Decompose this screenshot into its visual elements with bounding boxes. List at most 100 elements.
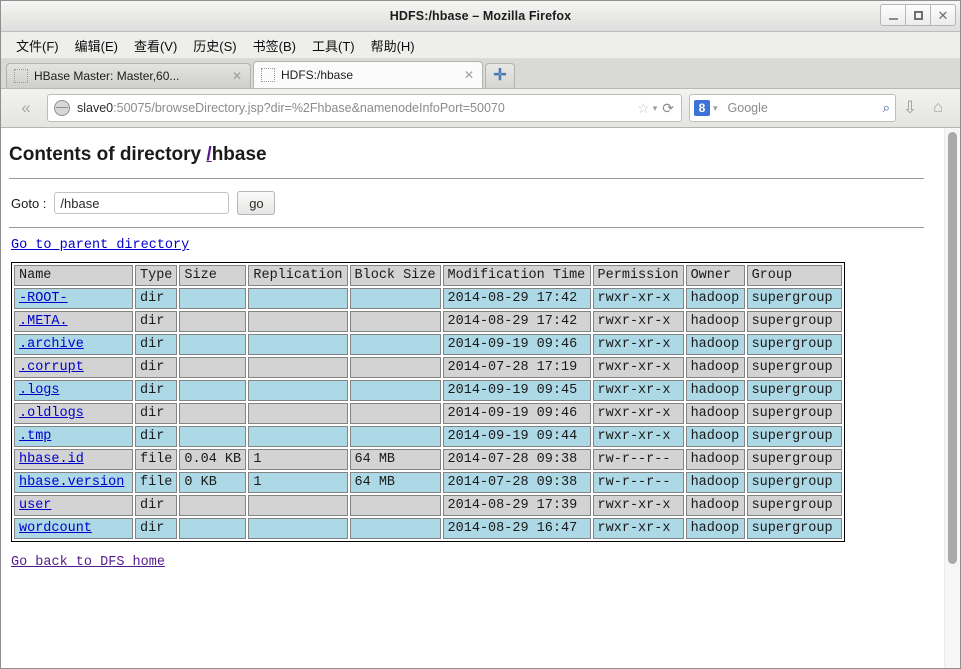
goto-input[interactable] bbox=[54, 192, 230, 214]
menu-bookmarks[interactable]: 书签(B) bbox=[245, 34, 304, 57]
favicon-icon bbox=[14, 69, 28, 83]
downloads-button[interactable]: ⇩ bbox=[896, 98, 924, 118]
cell-type: dir bbox=[135, 380, 178, 401]
search-input[interactable]: Google bbox=[723, 101, 883, 115]
cell-replication bbox=[248, 380, 348, 401]
column-header-mtime: Modification Time bbox=[442, 265, 591, 286]
cell-type: dir bbox=[135, 334, 178, 355]
column-header-replication: Replication bbox=[248, 265, 348, 286]
google-icon[interactable]: 8 bbox=[694, 100, 710, 116]
table-row: -ROOT-dir 2014-08-29 17:42 rwxr-xr-x hadoop… bbox=[14, 288, 842, 309]
cell-mtime: 2014-09-19 09:45 bbox=[442, 380, 591, 401]
table-header-row: Name Type Size Replication Block Size Mo… bbox=[14, 265, 842, 286]
file-link[interactable]: wordcount bbox=[19, 521, 92, 536]
page-title: Contents of directory /hbase bbox=[9, 144, 944, 166]
file-link[interactable]: .tmp bbox=[19, 429, 51, 444]
reload-icon[interactable]: ⟳ bbox=[662, 100, 674, 117]
search-icon[interactable]: ⌕ bbox=[883, 100, 890, 116]
file-link[interactable]: hbase.id bbox=[19, 452, 84, 467]
menu-tools[interactable]: 工具(T) bbox=[304, 34, 363, 57]
goto-label: Goto : bbox=[11, 195, 47, 211]
bookmark-star-icon[interactable]: ☆ bbox=[637, 100, 650, 117]
cell-group: supergroup bbox=[746, 426, 842, 447]
tab-close-icon[interactable]: ✕ bbox=[230, 69, 244, 83]
cell-mtime: 2014-09-19 09:44 bbox=[442, 426, 591, 447]
cell-owner: hadoop bbox=[685, 403, 745, 424]
back-arrow-icon: « bbox=[21, 98, 31, 117]
url-host: slave0 bbox=[77, 101, 114, 115]
menu-bar: 文件(F) 编辑(E) 查看(V) 历史(S) 书签(B) 工具(T) 帮助(H… bbox=[1, 32, 960, 59]
go-button[interactable]: go bbox=[237, 191, 276, 215]
page-title-prefix: Contents of directory bbox=[9, 144, 207, 165]
url-bar[interactable]: slave0:50075/browseDirectory.jsp?dir=%2F… bbox=[47, 94, 682, 122]
maximize-button[interactable] bbox=[905, 4, 931, 26]
cell-owner: hadoop bbox=[685, 472, 745, 493]
cell-name: -ROOT- bbox=[14, 288, 133, 309]
cell-group: supergroup bbox=[746, 472, 842, 493]
search-bar[interactable]: 8 ▾ Google ⌕ bbox=[689, 94, 896, 122]
cell-replication bbox=[248, 334, 348, 355]
search-engine-chevron-icon[interactable]: ▾ bbox=[713, 103, 718, 114]
menu-help[interactable]: 帮助(H) bbox=[363, 34, 423, 57]
tab-hdfs-hbase[interactable]: HDFS:/hbase ✕ bbox=[253, 61, 483, 88]
title-bar: HDFS:/hbase – Mozilla Firefox ✕ bbox=[1, 1, 960, 32]
file-link[interactable]: .META. bbox=[19, 314, 68, 329]
cell-permission: rw-r--r-- bbox=[592, 472, 684, 493]
table-row: user dir 2014-08-29 17:39 rwxr-xr-x hadoop su… bbox=[14, 495, 842, 516]
back-button[interactable]: « bbox=[9, 95, 43, 121]
close-button[interactable]: ✕ bbox=[930, 4, 956, 26]
cell-owner: hadoop bbox=[685, 288, 745, 309]
divider-bottom bbox=[9, 227, 924, 229]
file-link[interactable]: -ROOT- bbox=[19, 291, 68, 306]
vertical-scrollbar[interactable] bbox=[944, 128, 960, 668]
column-header-block-size: Block Size bbox=[349, 265, 441, 286]
cell-type: file bbox=[135, 472, 178, 493]
cell-block-size bbox=[349, 380, 441, 401]
cell-permission: rwxr-xr-x bbox=[592, 357, 684, 378]
cell-mtime: 2014-08-29 16:47 bbox=[442, 518, 591, 539]
page-title-dir: hbase bbox=[211, 144, 267, 165]
dfs-home-link[interactable]: Go back to DFS home bbox=[11, 555, 165, 570]
globe-icon bbox=[54, 100, 70, 116]
file-link[interactable]: .logs bbox=[19, 383, 60, 398]
cell-permission: rwxr-xr-x bbox=[592, 380, 684, 401]
cell-group: supergroup bbox=[746, 357, 842, 378]
cell-block-size bbox=[349, 357, 441, 378]
parent-directory-link[interactable]: Go to parent directory bbox=[11, 238, 189, 253]
column-header-group: Group bbox=[746, 265, 842, 286]
cell-name: .tmp bbox=[14, 426, 133, 447]
minimize-button[interactable] bbox=[880, 4, 906, 26]
cell-name: .archive bbox=[14, 334, 133, 355]
cell-size bbox=[179, 288, 247, 309]
menu-history[interactable]: 历史(S) bbox=[185, 34, 244, 57]
menu-view[interactable]: 查看(V) bbox=[126, 34, 185, 57]
cell-type: dir bbox=[135, 495, 178, 516]
cell-size bbox=[179, 334, 247, 355]
cell-permission: rwxr-xr-x bbox=[592, 495, 684, 516]
cell-permission: rwxr-xr-x bbox=[592, 426, 684, 447]
file-link[interactable]: .oldlogs bbox=[19, 406, 84, 421]
favicon-icon bbox=[261, 68, 275, 82]
scrollbar-thumb[interactable] bbox=[948, 132, 957, 564]
menu-file[interactable]: 文件(F) bbox=[8, 34, 67, 57]
chevron-down-icon[interactable]: ▾ bbox=[653, 103, 658, 114]
cell-size bbox=[179, 495, 247, 516]
cell-replication bbox=[248, 426, 348, 447]
new-tab-button[interactable]: ✛ bbox=[485, 63, 515, 88]
column-header-name: Name bbox=[14, 265, 133, 286]
cell-name: hbase.id bbox=[14, 449, 133, 470]
tab-hbase-master[interactable]: HBase Master: Master,60... ✕ bbox=[6, 63, 251, 88]
file-link[interactable]: user bbox=[19, 498, 51, 513]
file-link[interactable]: hbase.version bbox=[19, 475, 124, 490]
home-button[interactable]: ⌂ bbox=[924, 99, 952, 117]
tab-close-icon[interactable]: ✕ bbox=[462, 68, 476, 82]
file-link[interactable]: .archive bbox=[19, 337, 84, 352]
cell-size bbox=[179, 357, 247, 378]
goto-form: Goto : go bbox=[9, 180, 944, 227]
menu-edit[interactable]: 编辑(E) bbox=[67, 34, 126, 57]
cell-block-size bbox=[349, 518, 441, 539]
file-link[interactable]: .corrupt bbox=[19, 360, 84, 375]
cell-permission: rwxr-xr-x bbox=[592, 288, 684, 309]
cell-group: supergroup bbox=[746, 380, 842, 401]
cell-size bbox=[179, 311, 247, 332]
